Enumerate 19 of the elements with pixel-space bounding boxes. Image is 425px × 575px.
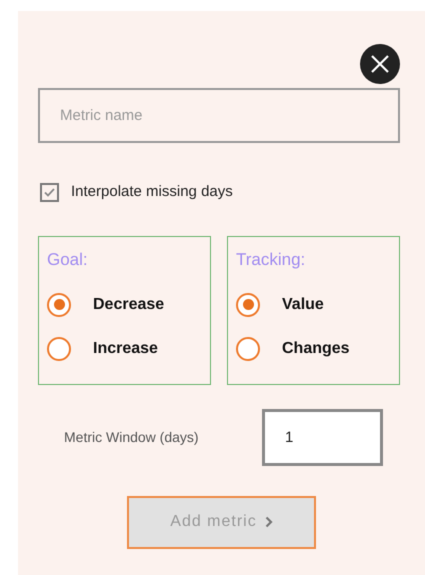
radio-label: Value bbox=[282, 294, 324, 314]
radio-button[interactable] bbox=[236, 292, 260, 316]
field-label: Metric Window (days) bbox=[64, 428, 200, 447]
chevron-right-icon bbox=[264, 516, 273, 528]
check-icon bbox=[44, 188, 55, 197]
radio-button[interactable] bbox=[47, 292, 71, 316]
close-button[interactable] bbox=[360, 44, 400, 84]
radio-label: Changes bbox=[282, 338, 350, 358]
group-title: Goal: bbox=[47, 248, 89, 270]
close-icon bbox=[370, 54, 390, 74]
radio-label: Decrease bbox=[93, 294, 164, 314]
radio-button[interactable] bbox=[47, 336, 71, 360]
metric-window-field[interactable]: 1 bbox=[262, 408, 383, 466]
metric-name-field[interactable]: Metric name bbox=[38, 88, 400, 143]
group-title: Tracking: bbox=[236, 248, 306, 270]
checkbox-label: Interpolate missing days bbox=[71, 182, 233, 202]
radio-label: Increase bbox=[93, 338, 158, 358]
checkbox[interactable] bbox=[40, 182, 59, 202]
radio-button[interactable] bbox=[236, 336, 260, 360]
